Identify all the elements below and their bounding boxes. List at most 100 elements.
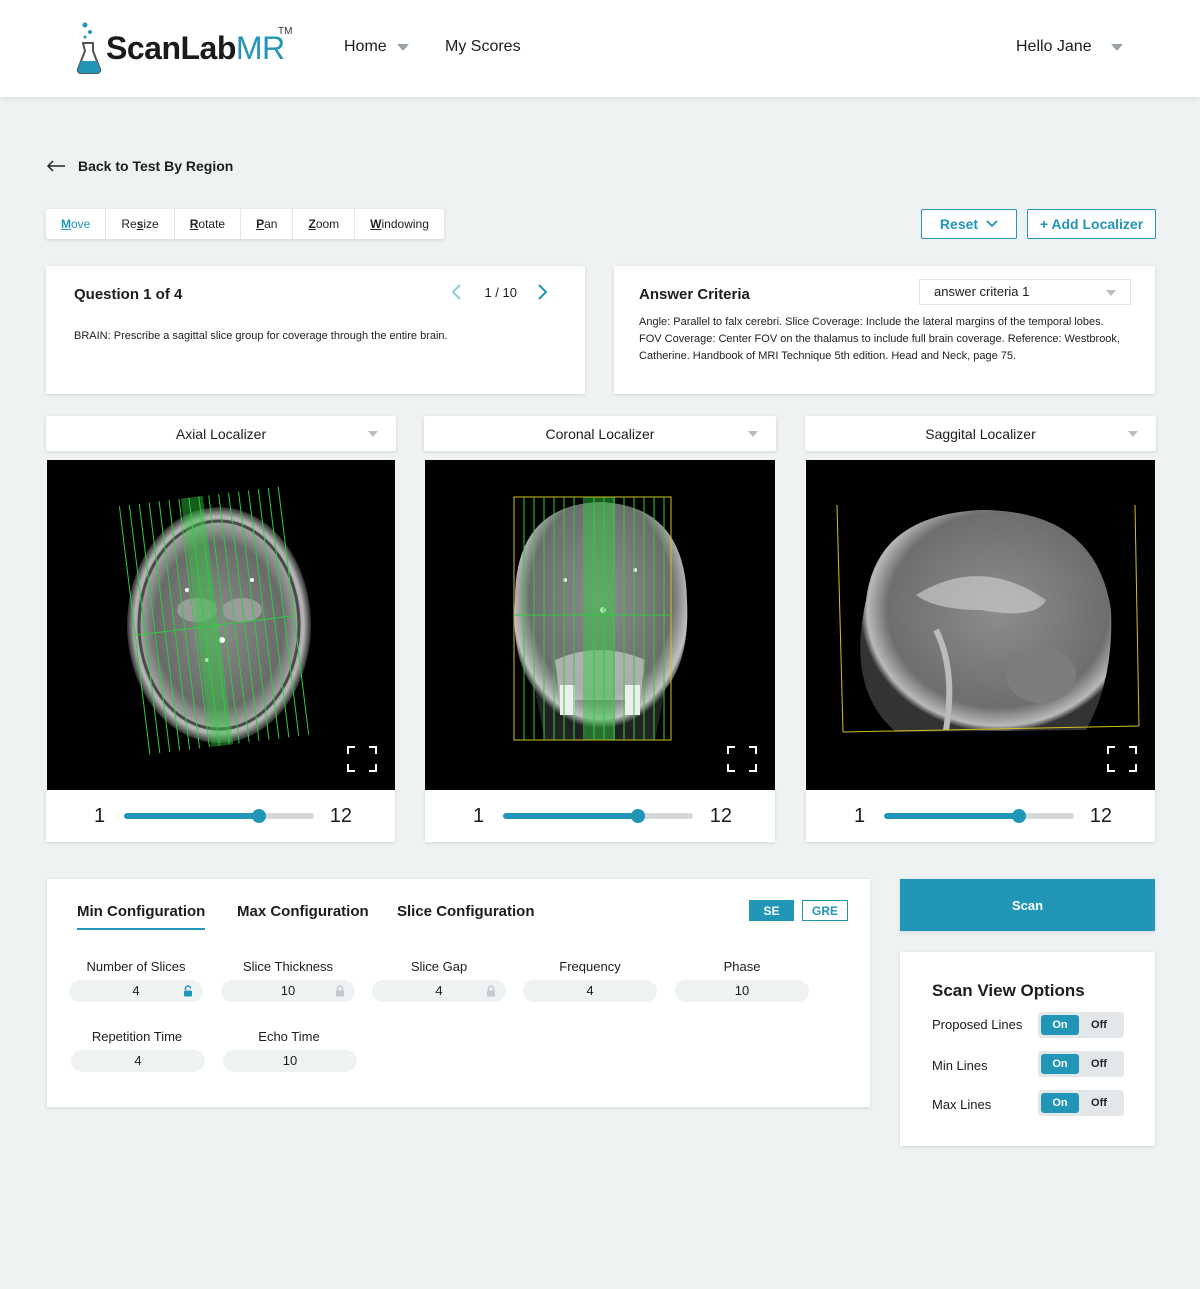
- proposed-lines-label: Proposed Lines: [932, 1017, 1023, 1032]
- phase-field[interactable]: 10: [675, 980, 809, 1002]
- pager-text: 1 / 10: [484, 284, 517, 300]
- slider-handle[interactable]: [1011, 809, 1026, 823]
- frequency-field[interactable]: 4: [523, 980, 657, 1002]
- user-menu[interactable]: Hello Jane: [1016, 38, 1123, 56]
- chevron-down-icon: [748, 431, 758, 437]
- tab-max-configuration[interactable]: Max Configuration: [237, 903, 369, 920]
- chevron-down-icon: [368, 431, 378, 437]
- scan-view-options-card: Scan View Options Proposed Lines On Off …: [900, 952, 1155, 1146]
- toggle-off[interactable]: Off: [1079, 1058, 1119, 1070]
- sagittal-localizer-select[interactable]: Saggital Localizer: [805, 416, 1156, 451]
- chevron-down-icon: [1110, 43, 1123, 51]
- unlock-icon[interactable]: [183, 985, 193, 997]
- slice-gap-value: 4: [435, 983, 443, 998]
- max-lines-label: Max Lines: [932, 1097, 992, 1112]
- repetition-time-field[interactable]: 4: [71, 1050, 205, 1072]
- tool-move[interactable]: Move: [46, 209, 107, 239]
- fullscreen-icon[interactable]: [1107, 746, 1137, 772]
- gre-button[interactable]: GRE: [802, 900, 848, 921]
- nav-my-scores[interactable]: My Scores: [445, 38, 521, 56]
- trademark-mark: TM: [278, 26, 293, 37]
- tool-windowing[interactable]: Windowing: [355, 209, 444, 239]
- tool-resize[interactable]: Resize: [106, 209, 175, 239]
- proposed-lines-toggle[interactable]: On Off: [1038, 1012, 1124, 1038]
- max-lines-toggle[interactable]: On Off: [1038, 1090, 1124, 1116]
- sagittal-localizer-label: Saggital Localizer: [925, 425, 1036, 442]
- toggle-on[interactable]: On: [1041, 1015, 1079, 1035]
- slider-handle[interactable]: [251, 809, 266, 823]
- slider-fill: [884, 813, 1019, 819]
- lock-icon[interactable]: [486, 985, 496, 997]
- reset-button[interactable]: Reset: [921, 209, 1017, 239]
- axial-slice-slider-bar: 1 12: [46, 790, 395, 842]
- coronal-viewer[interactable]: [425, 460, 775, 790]
- add-localizer-button[interactable]: + Add Localizer: [1027, 209, 1156, 239]
- min-lines-label: Min Lines: [932, 1058, 988, 1073]
- nav-home-label: Home: [344, 38, 387, 55]
- tab-min-configuration[interactable]: Min Configuration: [77, 903, 206, 930]
- scan-button[interactable]: Scan: [900, 879, 1155, 931]
- chevron-down-icon: [1128, 431, 1138, 437]
- toggle-on[interactable]: On: [1041, 1054, 1079, 1074]
- axial-viewer[interactable]: [47, 460, 395, 790]
- chevron-left-icon[interactable]: [450, 284, 462, 300]
- chevron-down-icon: [986, 220, 998, 228]
- back-link[interactable]: Back to Test By Region: [46, 158, 233, 174]
- slice-gap-field[interactable]: 4: [372, 980, 506, 1002]
- sagittal-viewer[interactable]: [806, 460, 1155, 790]
- toggle-off[interactable]: Off: [1079, 1097, 1119, 1109]
- echo-time-field[interactable]: 10: [223, 1050, 357, 1072]
- slider-max-label: 12: [709, 805, 732, 827]
- phase-label: Phase: [723, 959, 761, 974]
- chevron-down-icon: [1106, 290, 1116, 296]
- coronal-slice-slider[interactable]: [503, 809, 693, 823]
- answer-criteria-value: answer criteria 1: [934, 284, 1030, 299]
- arrow-left-icon: [46, 160, 65, 172]
- toggle-on[interactable]: On: [1041, 1093, 1079, 1113]
- slider-handle[interactable]: [630, 809, 645, 823]
- toggle-off[interactable]: Off: [1079, 1019, 1119, 1031]
- fullscreen-icon[interactable]: [347, 746, 377, 772]
- number-of-slices-field[interactable]: 4: [69, 980, 203, 1002]
- answer-text: Angle: Parallel to falx cerebri. Slice C…: [639, 316, 1120, 362]
- se-button[interactable]: SE: [749, 900, 794, 921]
- axial-localizer-select[interactable]: Axial Localizer: [46, 416, 396, 451]
- tool-zoom[interactable]: Zoom: [293, 209, 356, 239]
- fullscreen-icon[interactable]: [727, 746, 757, 772]
- question-title: Question 1 of 4: [74, 286, 183, 303]
- sagittal-slice-slider[interactable]: [884, 809, 1074, 823]
- slider-min-label: 1: [473, 805, 485, 827]
- min-lines-toggle[interactable]: On Off: [1038, 1051, 1124, 1077]
- nav-my-scores-label: My Scores: [445, 38, 521, 55]
- back-link-label: Back to Test By Region: [78, 158, 234, 174]
- tool-rotate[interactable]: Rotate: [175, 209, 242, 239]
- logo[interactable]: ScanLabMR TM: [76, 20, 292, 76]
- slider-max-label: 12: [329, 805, 352, 827]
- answer-title: Answer Criteria: [639, 286, 750, 303]
- axial-mri-image: [118, 486, 311, 755]
- slider-max-label: 12: [1089, 805, 1112, 827]
- coronal-localizer-select[interactable]: Coronal Localizer: [424, 416, 776, 451]
- answer-criteria-select[interactable]: answer criteria 1: [919, 279, 1131, 305]
- slice-thickness-field[interactable]: 10: [221, 980, 355, 1002]
- slider-min-label: 1: [94, 805, 106, 827]
- slice-thickness-label: Slice Thickness: [242, 959, 334, 974]
- coronal-mri-image: [513, 496, 688, 741]
- tab-slice-configuration[interactable]: Slice Configuration: [397, 903, 535, 920]
- chevron-right-icon[interactable]: [537, 284, 549, 300]
- answer-criteria-card: Answer Criteria answer criteria 1 Angle:…: [614, 266, 1155, 394]
- coronal-localizer-label: Coronal Localizer: [545, 425, 655, 442]
- question-text: BRAIN: Prescribe a sagittal slice group …: [74, 330, 448, 342]
- slice-thickness-value: 10: [280, 983, 296, 998]
- lock-icon[interactable]: [335, 985, 345, 997]
- axial-slice-slider[interactable]: [124, 809, 314, 823]
- slider-fill: [124, 813, 259, 819]
- question-pager: 1 / 10: [450, 284, 549, 300]
- logo-text: ScanLabMR: [106, 29, 285, 66]
- nav-home[interactable]: Home: [344, 38, 409, 56]
- slice-gap-label: Slice Gap: [410, 959, 468, 974]
- scan-view-options-title: Scan View Options: [932, 981, 1085, 1000]
- tool-pan[interactable]: Pan: [241, 209, 294, 239]
- configuration-card: Min Configuration Max Configuration Slic…: [47, 879, 870, 1107]
- chevron-down-icon: [396, 43, 409, 51]
